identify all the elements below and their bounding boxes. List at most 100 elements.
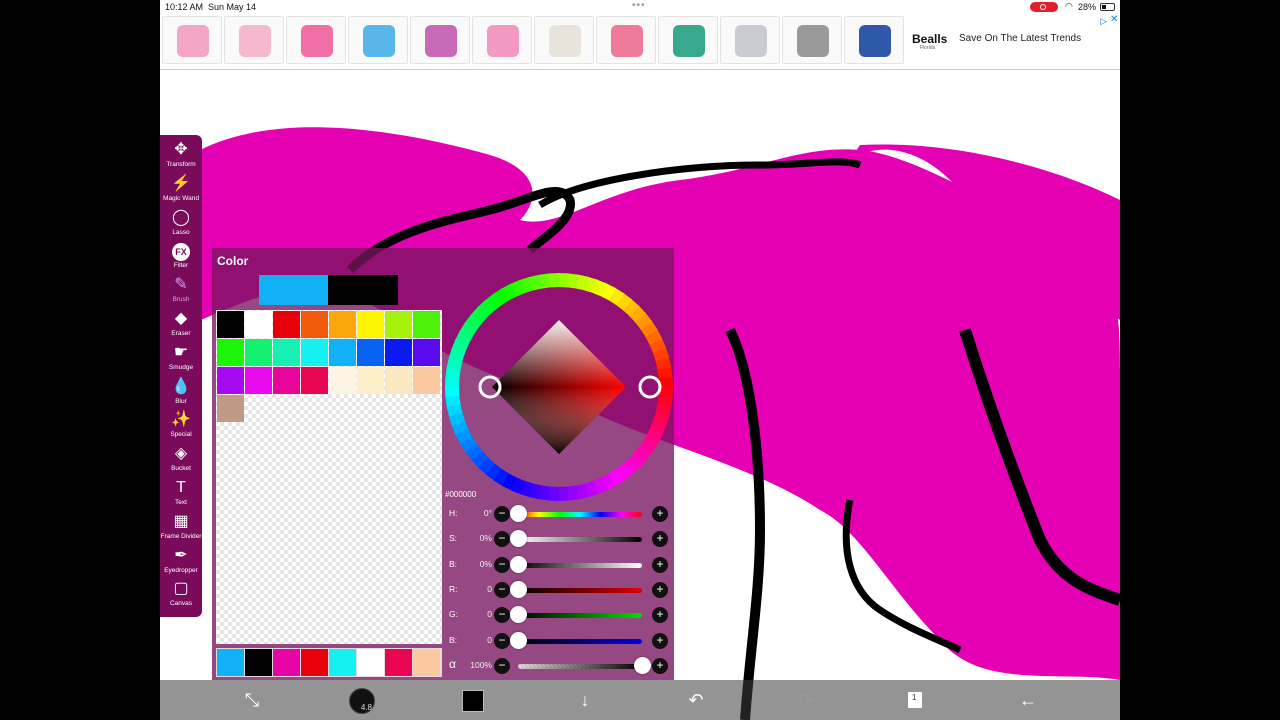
- palette-swatch[interactable]: [357, 367, 384, 394]
- palette-swatch[interactable]: [385, 367, 412, 394]
- slider-knob[interactable]: [510, 505, 527, 522]
- slider-track[interactable]: [518, 638, 642, 644]
- ad-product-thumbnail[interactable]: [472, 16, 532, 64]
- tool-eyedropper[interactable]: ✒ Eyedropper: [160, 545, 202, 579]
- decrement-button[interactable]: −: [494, 531, 510, 548]
- ad-brand[interactable]: Bealls: [912, 32, 947, 46]
- slider-track[interactable]: [518, 537, 642, 543]
- tool-filter[interactable]: FX Filter: [160, 240, 202, 274]
- tool-brush[interactable]: ✎ Brush: [160, 274, 202, 308]
- layers-button[interactable]: 1: [908, 692, 922, 708]
- recent-color-swatch[interactable]: [357, 649, 384, 676]
- palette-swatch[interactable]: [301, 311, 328, 338]
- undo-icon[interactable]: ↶: [684, 686, 708, 714]
- back-arrow-icon[interactable]: ←: [1016, 686, 1040, 714]
- ad-product-thumbnail[interactable]: [720, 16, 780, 64]
- palette-swatch[interactable]: [273, 367, 300, 394]
- decrement-button[interactable]: −: [494, 506, 510, 522]
- ad-product-thumbnail[interactable]: [286, 16, 346, 64]
- palette-swatch[interactable]: [301, 367, 328, 394]
- palette-swatch[interactable]: [413, 367, 440, 394]
- color-button[interactable]: [462, 690, 484, 712]
- palette-swatch[interactable]: [273, 311, 300, 338]
- tool-canvas[interactable]: ▢ Canvas: [160, 578, 202, 612]
- recent-color-swatch[interactable]: [329, 649, 356, 676]
- recent-color-swatch[interactable]: [245, 649, 272, 676]
- ad-product-thumbnail[interactable]: [410, 16, 470, 64]
- brush-size-button[interactable]: 4.8: [349, 688, 375, 714]
- tool-smudge[interactable]: ☛ Smudge: [160, 342, 202, 376]
- color-wheel[interactable]: [444, 272, 674, 502]
- decrement-button[interactable]: −: [494, 581, 510, 598]
- recent-color-swatch[interactable]: [385, 649, 412, 676]
- tool-special[interactable]: ✨ Special: [160, 409, 202, 443]
- ad-info-icon[interactable]: ▷: [1100, 16, 1107, 27]
- increment-button[interactable]: +: [652, 556, 668, 573]
- slider-knob[interactable]: [510, 555, 527, 573]
- primary-color-swatch[interactable]: [259, 275, 328, 305]
- recent-color-swatch[interactable]: [301, 649, 328, 676]
- tool-blur[interactable]: 💧 Blur: [160, 376, 202, 410]
- ad-banner[interactable]: Bealls Florida Save On The Latest Trends…: [160, 14, 1120, 70]
- palette-swatch[interactable]: [385, 339, 412, 366]
- scroll-down-arrow-icon[interactable]: ↓: [573, 686, 597, 714]
- hex-value[interactable]: #000000: [445, 490, 476, 499]
- ad-tagline[interactable]: Save On The Latest Trends: [959, 33, 1081, 44]
- decrement-button[interactable]: −: [494, 607, 510, 624]
- slider-knob[interactable]: [510, 631, 527, 649]
- increment-button[interactable]: +: [652, 531, 668, 548]
- palette-swatch[interactable]: [245, 367, 272, 394]
- slider-knob[interactable]: [510, 530, 527, 548]
- palette-swatch[interactable]: [245, 339, 272, 366]
- slider-track[interactable]: [518, 512, 642, 517]
- quick-menu-icon[interactable]: ⤡: [240, 686, 264, 714]
- multitasking-dots-icon[interactable]: •••: [632, 0, 646, 11]
- slider-track[interactable]: [518, 663, 642, 669]
- palette-swatch[interactable]: [217, 395, 244, 422]
- increment-button[interactable]: +: [652, 506, 668, 522]
- tool-frame-divider[interactable]: ▦ Frame Divider: [160, 511, 202, 545]
- tool-lasso[interactable]: ◯ Lasso: [160, 207, 202, 241]
- ad-product-thumbnail[interactable]: [658, 16, 718, 64]
- recent-color-swatch[interactable]: [413, 649, 440, 676]
- palette-swatch[interactable]: [357, 311, 384, 338]
- palette-swatch[interactable]: [217, 367, 244, 394]
- palette-swatch[interactable]: [329, 367, 356, 394]
- ad-product-thumbnail[interactable]: [596, 16, 656, 64]
- ad-product-thumbnail[interactable]: [534, 16, 594, 64]
- redo-icon[interactable]: ↷: [794, 686, 818, 714]
- slider-track[interactable]: [518, 587, 642, 593]
- decrement-button[interactable]: −: [494, 556, 510, 573]
- slider-knob[interactable]: [634, 656, 651, 674]
- palette-swatch[interactable]: [357, 339, 384, 366]
- decrement-button[interactable]: −: [494, 632, 510, 649]
- increment-button[interactable]: +: [652, 632, 668, 649]
- palette-swatch[interactable]: [413, 339, 440, 366]
- palette-swatch[interactable]: [245, 311, 272, 338]
- tool-transform[interactable]: ✥ Transform: [160, 139, 202, 173]
- ad-product-thumbnail[interactable]: [782, 16, 842, 64]
- recent-color-swatch[interactable]: [217, 649, 244, 676]
- increment-button[interactable]: +: [652, 607, 668, 624]
- ad-product-thumbnail[interactable]: [348, 16, 408, 64]
- increment-button[interactable]: +: [652, 657, 668, 674]
- palette-swatch[interactable]: [385, 311, 412, 338]
- screen-recording-icon[interactable]: [1030, 2, 1058, 12]
- slider-track[interactable]: [518, 613, 642, 619]
- ad-product-thumbnail[interactable]: [224, 16, 284, 64]
- palette-swatch[interactable]: [217, 339, 244, 366]
- palette-swatch[interactable]: [217, 311, 244, 338]
- palette-swatch[interactable]: [301, 339, 328, 366]
- ad-close-icon[interactable]: ✕: [1110, 14, 1118, 25]
- recent-color-swatch[interactable]: [273, 649, 300, 676]
- palette-swatch[interactable]: [329, 311, 356, 338]
- slider-knob[interactable]: [510, 580, 527, 598]
- slider-track[interactable]: [518, 562, 642, 568]
- decrement-button[interactable]: −: [494, 657, 510, 674]
- ad-product-thumbnail[interactable]: [844, 16, 904, 64]
- ad-product-thumbnail[interactable]: [162, 16, 222, 64]
- secondary-color-swatch[interactable]: [328, 275, 398, 305]
- palette-swatch[interactable]: [329, 339, 356, 366]
- slider-knob[interactable]: [510, 606, 527, 624]
- palette-swatch[interactable]: [273, 339, 300, 366]
